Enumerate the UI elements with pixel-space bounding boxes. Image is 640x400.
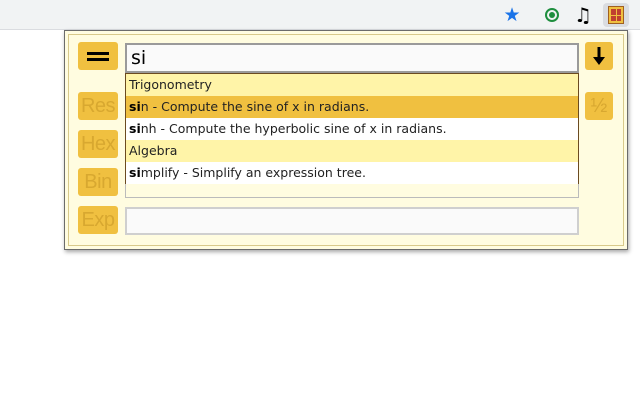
bin-button[interactable]: Bin	[78, 168, 118, 196]
bin-output-field	[125, 183, 579, 198]
suggestion-match: si	[129, 121, 141, 136]
music-icon[interactable]: ♫	[572, 4, 594, 26]
suggestion-sin[interactable]: sin - Compute the sine of x in radians.	[126, 96, 578, 118]
res-button[interactable]: Res	[78, 92, 118, 120]
suggestion-text: mplify - Simplify an expression tree.	[140, 165, 366, 180]
category-algebra: Algebra	[126, 140, 578, 162]
suggestion-text: nh - Compute the hyperbolic sine of x in…	[140, 121, 447, 136]
category-trigonometry: Trigonometry	[126, 74, 578, 96]
suggestion-text: n - Compute the sine of x in radians.	[140, 99, 370, 114]
exp-button[interactable]: Exp	[78, 206, 118, 234]
record-icon[interactable]	[541, 4, 563, 26]
hex-button[interactable]: Hex	[78, 130, 118, 158]
arrow-down-icon	[593, 47, 605, 65]
fraction-button[interactable]: ½	[585, 92, 613, 120]
suggestion-sinh[interactable]: sinh - Compute the hyperbolic sine of x …	[126, 118, 578, 140]
expression-input[interactable]	[125, 43, 579, 73]
suggestion-simplify[interactable]: simplify - Simplify an expression tree.	[126, 162, 578, 184]
equals-button[interactable]	[78, 42, 118, 70]
exp-output-field[interactable]	[125, 207, 579, 235]
suggestion-match: si	[129, 99, 141, 114]
star-icon[interactable]: ★	[501, 4, 523, 26]
calculator-extension-icon[interactable]	[603, 3, 629, 27]
down-arrow-button[interactable]	[585, 42, 613, 70]
suggestion-match: si	[129, 165, 141, 180]
browser-toolbar: ★ ♫	[0, 0, 640, 30]
autocomplete-dropdown: Trigonometry sin - Compute the sine of x…	[125, 73, 579, 184]
